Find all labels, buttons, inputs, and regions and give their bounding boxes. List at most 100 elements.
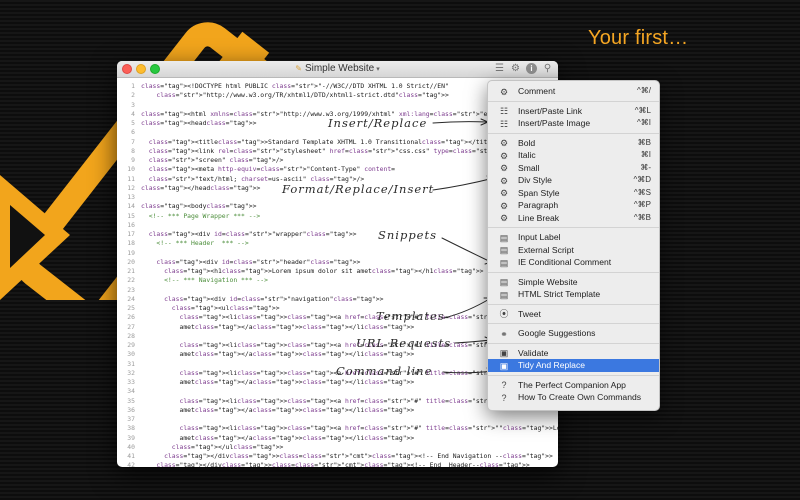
menu-item-google-suggestions[interactable]: ⚭ Google Suggestions: [488, 327, 659, 340]
menu-item-comment[interactable]: ⚙ Comment ^⌘/: [488, 85, 659, 98]
code-line[interactable]: ametclass="tag"></aclass="tag">>class="t…: [141, 434, 558, 443]
menu-item-insert-paste-image[interactable]: ☷ Insert/Paste Image ^⌘I: [488, 117, 659, 130]
document-icon: ▤: [499, 232, 509, 243]
line-number-gutter: 1 2 3 4 5 6 7 8 9 10 11 12 13 14 15 16 17 18 19 20 21 22 23 24 2…: [117, 82, 135, 467]
menu-item-shortcut: ^⌘S: [633, 187, 651, 197]
line-number: 40: [127, 442, 135, 451]
gear-icon: ⚙: [499, 86, 509, 97]
gear-icon: ⚙: [499, 175, 509, 186]
menu-item-line-break[interactable]: ⚙ Line Break ^⌘B: [488, 212, 659, 225]
menu-item-italic[interactable]: ⚙ Italic ⌘I: [488, 149, 659, 162]
menu-separator: [488, 374, 659, 376]
line-number: 33: [127, 378, 135, 386]
compass-icon: ⦿: [499, 309, 509, 319]
line-number: 31: [127, 359, 135, 368]
menu-separator: [488, 323, 659, 324]
info-icon[interactable]: i: [526, 63, 537, 74]
line-number: 41: [127, 452, 135, 460]
window-title[interactable]: ✎ Simple Website ▾: [117, 63, 558, 74]
gear-icon: ⚙: [499, 150, 509, 161]
link-icon: ⚭: [500, 328, 508, 339]
line-number: 7: [131, 137, 135, 146]
line-number: 18: [127, 239, 135, 248]
menu-separator: [488, 227, 659, 228]
menu-item-label: Insert/Paste Link: [518, 105, 583, 116]
context-menu: ⚙ Comment ^⌘/ ☷ Insert/Paste Link ^⌘L ☷ Insert/…: [487, 80, 660, 411]
line-number: 20: [127, 257, 135, 266]
code-line[interactable]: class="tag"></ulclass="tag">>: [141, 443, 558, 452]
code-line[interactable]: class="tag"></divclass="tag">>class=clas…: [141, 461, 558, 467]
line-number: 38: [127, 424, 135, 433]
line-number: 15: [127, 211, 135, 220]
line-number: 37: [127, 415, 135, 423]
menu-item-label: The Perfect Companion App: [518, 379, 626, 390]
menu-item-shortcut: ^⌘L: [634, 105, 651, 115]
annotation-command-line: Command line: [336, 364, 433, 378]
document-icon: ▤: [499, 277, 509, 287]
menu-item-simple-website[interactable]: ▤ Simple Website: [488, 276, 659, 289]
menu-item-insert-paste-link[interactable]: ☷ Insert/Paste Link ^⌘L: [488, 105, 659, 118]
line-number: 5: [131, 119, 135, 127]
menu-item-label: Line Break: [518, 212, 560, 223]
menu-item-small[interactable]: ⚙ Small ⌘-: [488, 162, 659, 175]
gear-icon: ⚙: [499, 200, 509, 211]
line-number: 30: [127, 350, 135, 359]
menu-item-label: IE Conditional Comment: [518, 257, 612, 267]
code-line[interactable]: class="tag"><liclass="tag">>class="tag">…: [141, 424, 558, 433]
gear-icon[interactable]: ⚙: [510, 63, 521, 74]
menu-item-paragraph[interactable]: ⚙ Paragraph ^⌘P: [488, 199, 659, 212]
line-number: 11: [127, 174, 135, 183]
menu-item-label: Validate: [518, 347, 549, 358]
line-number: 19: [127, 248, 135, 257]
menu-item-external-script[interactable]: ▤ External Script: [488, 244, 659, 257]
pin-icon[interactable]: ⚲: [542, 63, 553, 74]
line-number: 29: [127, 341, 135, 349]
document-icon: ▤: [499, 245, 509, 255]
lines-icon[interactable]: ☰: [494, 63, 505, 74]
menu-separator: [488, 132, 659, 134]
menu-item-label: Input Label: [518, 232, 561, 242]
menu-item-label: Simple Website: [518, 276, 578, 287]
line-number: 32: [127, 368, 135, 377]
menu-item-shortcut: ⌘I: [640, 150, 651, 159]
menu-item-tweet[interactable]: ⦿ Tweet: [488, 308, 659, 321]
line-number: 13: [127, 193, 135, 201]
menu-item-the-perfect-companion-app[interactable]: ? The Perfect Companion App: [488, 379, 659, 392]
menu-item-bold[interactable]: ⚙ Bold ⌘B: [488, 137, 659, 150]
line-number: 6: [131, 128, 135, 137]
code-line[interactable]: class="tag"></divclass="tag">>class=clas…: [141, 452, 558, 461]
annotation-insert-replace: Insert/Replace: [328, 116, 428, 130]
annotation-snippets: Snippets: [378, 228, 438, 242]
menu-item-label: Tweet: [518, 308, 541, 319]
menu-item-how-to-create-own-commands[interactable]: ? How To Create Own Commands: [488, 391, 659, 404]
menu-item-label: Comment: [518, 86, 556, 96]
question-icon: ?: [501, 380, 507, 390]
menu-item-validate[interactable]: ▣ Validate: [488, 347, 659, 360]
menu-item-label: Insert/Paste Image: [518, 118, 591, 128]
terminal-icon: ▣: [499, 360, 509, 371]
menu-item-html-strict-template[interactable]: ▤ HTML Strict Template: [488, 288, 659, 301]
menu-item-tidy-and-replace[interactable]: ▣ Tidy And Replace: [488, 359, 659, 372]
menu-item-span-style[interactable]: ⚙ Span Style ^⌘S: [488, 187, 659, 200]
menu-item-ie-conditional-comment[interactable]: ▤ IE Conditional Comment: [488, 256, 659, 269]
menu-item-input-label[interactable]: ▤ Input Label: [488, 231, 659, 244]
line-number: 26: [127, 313, 135, 322]
menu-separator: [488, 303, 659, 305]
menu-item-label: Bold: [518, 137, 536, 148]
line-number: 9: [131, 156, 135, 164]
chevron-down-icon: ▾: [376, 66, 380, 73]
annotation-url-requests: URL Requests: [356, 336, 452, 350]
menu-item-div-style[interactable]: ⚙ Div Style ^⌘D: [488, 174, 659, 187]
annotation-format-replace-insert: Format/Replace/Insert: [282, 182, 435, 196]
menu-item-shortcut: ⌘-: [640, 162, 651, 172]
menu-item-shortcut: ⌘B: [637, 137, 651, 147]
gear-icon: ⚙: [499, 188, 509, 198]
menu-item-label: Span Style: [518, 187, 560, 198]
title-bar[interactable]: ✎ Simple Website ▾ ☰ ⚙ i ⚲: [117, 61, 558, 78]
code-line[interactable]: [141, 415, 558, 424]
menu-separator: [488, 100, 659, 102]
window-title-text: Simple Website: [304, 63, 375, 74]
terminal-icon: ▣: [499, 348, 509, 358]
line-number: 2: [131, 91, 135, 100]
menu-item-shortcut: ^⌘P: [633, 200, 651, 209]
